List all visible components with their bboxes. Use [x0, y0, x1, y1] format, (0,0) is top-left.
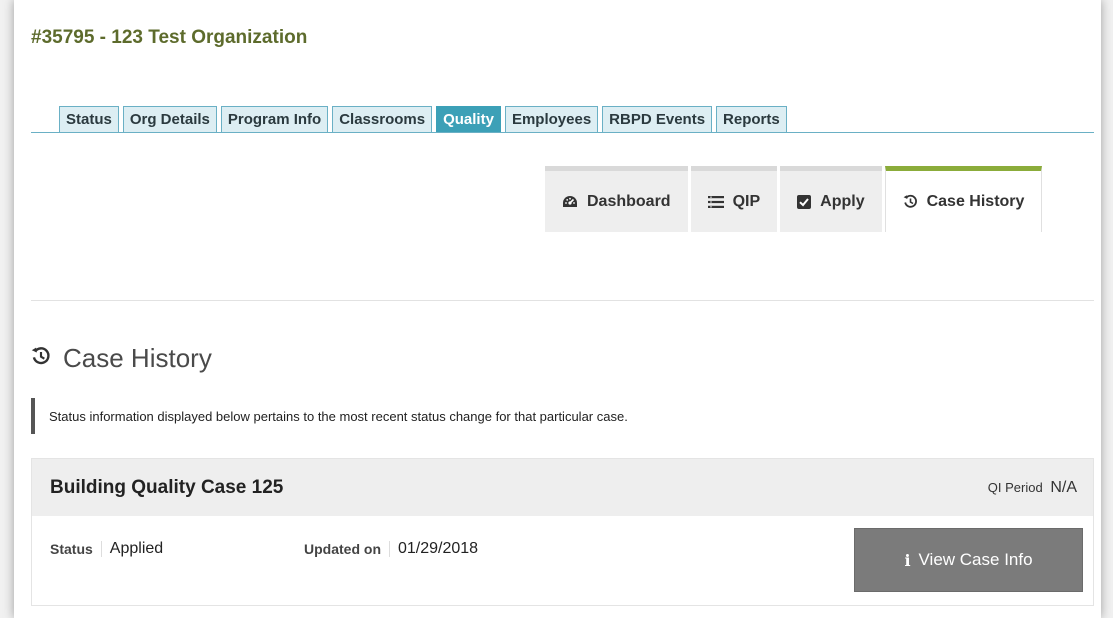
- subtab-apply-label: Apply: [820, 192, 865, 210]
- tab-status[interactable]: Status: [59, 106, 119, 132]
- subtab-case-history-label: Case History: [926, 192, 1025, 210]
- updated-label: Updated on: [304, 541, 390, 557]
- tab-program-info[interactable]: Program Info: [220, 106, 329, 132]
- main-tabs: Status Org Details Program Info Classroo…: [59, 106, 787, 133]
- subtab-dashboard-label: Dashboard: [587, 192, 671, 210]
- case-card: Building Quality Case 125 QI Period N/A …: [31, 458, 1094, 606]
- tabs-divider: [31, 132, 1094, 133]
- updated-field: Updated on 01/29/2018: [304, 540, 478, 558]
- status-field: Status Applied: [50, 540, 163, 558]
- history-icon: [31, 346, 51, 372]
- case-name: Building Quality Case 125: [50, 476, 284, 498]
- subtab-case-history[interactable]: Case History: [884, 166, 1043, 232]
- quality-subtabs: Dashboard QIP Apply Case History: [545, 166, 1043, 232]
- status-value: Applied: [109, 540, 164, 557]
- checkbox-icon: [797, 194, 812, 209]
- updated-value: 01/29/2018: [398, 540, 479, 557]
- info-icon: i: [904, 550, 911, 570]
- tab-employees[interactable]: Employees: [504, 106, 599, 132]
- tab-org-details[interactable]: Org Details: [122, 106, 217, 132]
- list-icon: [707, 195, 724, 208]
- view-case-info-button[interactable]: i View Case Info: [854, 528, 1083, 592]
- dashboard-icon: [562, 195, 578, 209]
- case-header: Building Quality Case 125 QI Period N/A: [32, 459, 1093, 516]
- view-case-info-label: View Case Info: [918, 550, 1033, 569]
- subtab-dashboard[interactable]: Dashboard: [545, 166, 688, 232]
- subtab-qip[interactable]: QIP: [690, 166, 778, 232]
- info-note: Status information displayed below perta…: [31, 398, 628, 434]
- tab-quality[interactable]: Quality: [436, 106, 501, 132]
- section-divider: [31, 300, 1094, 301]
- tab-reports[interactable]: Reports: [716, 106, 787, 132]
- qi-period-label: QI Period: [987, 479, 1043, 495]
- history-icon: [903, 194, 918, 209]
- org-title: #35795 - 123 Test Organization: [31, 27, 308, 48]
- status-label: Status: [50, 541, 102, 557]
- case-body: Status Applied Updated on 01/29/2018 i V…: [32, 516, 1093, 606]
- subtab-qip-label: QIP: [732, 192, 761, 210]
- subtab-apply[interactable]: Apply: [780, 166, 882, 232]
- tab-classrooms[interactable]: Classrooms: [332, 106, 433, 132]
- tab-rbpd-events[interactable]: RBPD Events: [602, 106, 713, 132]
- qi-period: QI Period N/A: [988, 479, 1077, 497]
- page-title-text: Case History: [63, 343, 212, 373]
- qi-period-value: N/A: [1050, 478, 1077, 496]
- app-frame: #35795 - 123 Test Organization Status Or…: [14, 0, 1101, 618]
- page-title: Case History: [31, 343, 212, 374]
